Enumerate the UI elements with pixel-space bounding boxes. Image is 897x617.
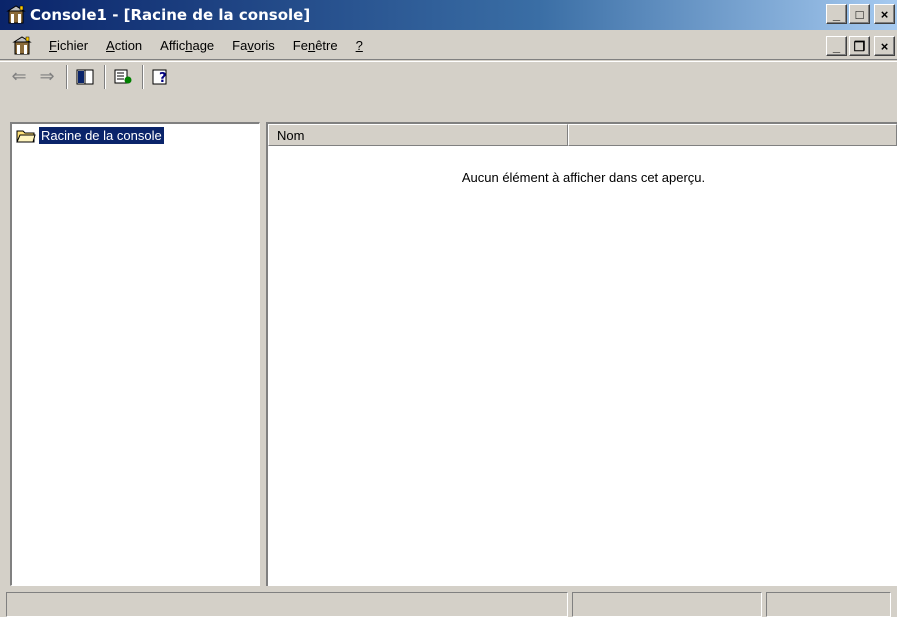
tree-item-root[interactable]: Racine de la console bbox=[16, 126, 165, 145]
svg-text:?: ? bbox=[159, 71, 167, 85]
status-pane-tertiary bbox=[766, 592, 891, 617]
mmc-app-icon[interactable] bbox=[6, 5, 26, 25]
tree-item-label[interactable]: Racine de la console bbox=[38, 126, 165, 145]
menu-bar: Fichier Action Affichage Favoris Fenêtre… bbox=[0, 32, 897, 60]
mdi-child-icon[interactable] bbox=[12, 35, 32, 56]
menu-help[interactable]: ? bbox=[347, 38, 372, 53]
title-bar[interactable]: Console1 - [Racine de la console] _ □ × bbox=[0, 0, 897, 30]
result-list-pane[interactable]: Nom Aucun élément à afficher dans cet ap… bbox=[266, 122, 897, 586]
list-header: Nom bbox=[268, 124, 897, 146]
toolbar: ⇐ ⇒ ? bbox=[0, 61, 897, 91]
toolbar-separator bbox=[104, 64, 106, 89]
close-button[interactable]: × bbox=[874, 4, 895, 24]
minimize-button[interactable]: _ bbox=[826, 4, 847, 24]
status-pane-main bbox=[6, 592, 568, 617]
folder-icon bbox=[16, 129, 36, 143]
maximize-button[interactable]: □ bbox=[849, 4, 870, 24]
column-header-nom[interactable]: Nom bbox=[268, 124, 568, 146]
menu-action[interactable]: Action bbox=[97, 38, 151, 53]
toolbar-separator bbox=[142, 64, 144, 89]
mdi-close-button[interactable]: × bbox=[874, 36, 895, 56]
status-pane-secondary bbox=[572, 592, 762, 617]
status-bar bbox=[0, 592, 897, 617]
menu-fenetre[interactable]: Fenêtre bbox=[284, 38, 347, 53]
help-icon[interactable]: ? bbox=[148, 65, 174, 89]
menu-fichier[interactable]: Fichier bbox=[40, 38, 97, 53]
show-hide-tree-icon[interactable] bbox=[72, 65, 98, 89]
empty-list-message: Aucun élément à afficher dans cet aperçu… bbox=[461, 170, 706, 185]
export-list-icon[interactable] bbox=[110, 65, 136, 89]
menu-favoris[interactable]: Favoris bbox=[223, 38, 284, 53]
window-title: Console1 - [Racine de la console] bbox=[30, 6, 311, 24]
forward-arrow-icon[interactable]: ⇒ bbox=[34, 65, 60, 89]
mdi-restore-button[interactable]: ❐ bbox=[849, 36, 870, 56]
toolbar-separator bbox=[66, 64, 68, 89]
mdi-minimize-button[interactable]: _ bbox=[826, 36, 847, 56]
back-arrow-icon[interactable]: ⇐ bbox=[6, 65, 32, 89]
console-tree-pane[interactable]: Racine de la console bbox=[10, 122, 260, 586]
column-header-empty[interactable] bbox=[568, 124, 897, 146]
menu-affichage[interactable]: Affichage bbox=[151, 38, 223, 53]
